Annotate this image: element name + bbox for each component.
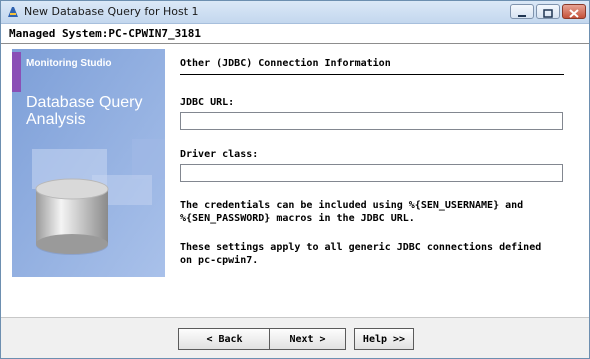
app-icon — [8, 7, 18, 17]
section-divider — [180, 74, 564, 75]
section-title: Other (JDBC) Connection Information — [180, 58, 391, 69]
close-button[interactable] — [562, 4, 586, 19]
banner-title-line1: Database Query — [26, 94, 143, 111]
banner-title-line2: Analysis — [26, 111, 86, 128]
title-bar[interactable]: New Database Query for Host 1 — [1, 1, 589, 24]
jdbc-url-input[interactable] — [180, 112, 563, 130]
maximize-button[interactable] — [536, 4, 560, 19]
driver-class-input[interactable] — [180, 164, 563, 182]
dialog-window: New Database Query for Host 1 Managed Sy… — [0, 0, 590, 359]
driver-class-label: Driver class: — [180, 149, 259, 160]
maximize-icon — [543, 9, 553, 18]
settings-note-line2: on pc-cpwin7. — [180, 255, 259, 266]
minimize-icon — [518, 15, 526, 17]
settings-note-line1: These settings apply to all generic JDBC… — [180, 242, 542, 253]
minimize-button[interactable] — [510, 4, 534, 19]
managed-system-label: Managed System:PC-CPWIN7_3181 — [9, 27, 202, 40]
next-button[interactable]: Next > — [269, 328, 346, 350]
footer-divider — [1, 317, 589, 318]
jdbc-url-label: JDBC URL: — [180, 97, 235, 108]
close-icon — [569, 9, 579, 18]
help-button[interactable]: Help >> — [354, 328, 414, 350]
credentials-hint-line2: %{SEN_PASSWORD} macros in the JDBC URL. — [180, 213, 415, 224]
credentials-hint-line1: The credentials can be included using %{… — [180, 200, 524, 211]
banner-brand: Monitoring Studio — [26, 58, 112, 69]
wizard-banner-image: Monitoring Studio Database Query Analysi… — [12, 49, 165, 277]
database-query-banner: Monitoring Studio Database Query Analysi… — [12, 49, 165, 277]
back-button[interactable]: < Back — [178, 328, 271, 350]
window-title: New Database Query for Host 1 — [24, 5, 199, 18]
